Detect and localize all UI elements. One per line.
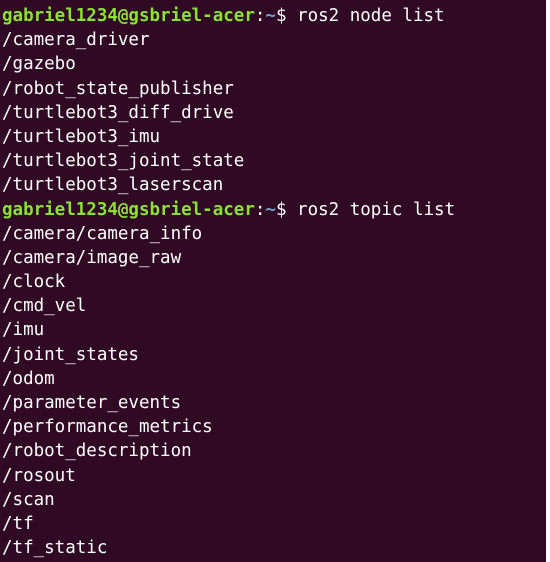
output-line-topic: /tf	[2, 513, 34, 534]
output-line-topic: /camera/camera_info	[2, 223, 203, 244]
output-line-topic: /odom	[2, 368, 55, 389]
output-line-node: /turtlebot3_diff_drive	[2, 102, 234, 123]
output-line-topic: /cmd_vel	[2, 296, 87, 317]
prompt-user-host: gabriel1234@gsbriel-acer	[2, 6, 255, 26]
output-line-node: /turtlebot3_joint_state	[2, 151, 245, 172]
output-line-node: /turtlebot3_imu	[2, 126, 161, 147]
output-line-node: /turtlebot3_laserscan	[2, 175, 224, 196]
prompt-line-node: gabriel1234@gsbriel-acer:~$ ros2 node li…	[2, 4, 546, 28]
prompt-separator: :	[254, 6, 266, 26]
output-line-topic: /robot_description	[2, 441, 192, 462]
prompt-symbol: $	[275, 6, 298, 26]
output-line-topic: /performance_metrics	[2, 417, 213, 438]
output-line-topic: /rosout	[2, 465, 76, 486]
prompt-line-topic: gabriel1234@gsbriel-acer:~$ ros2 topic l…	[2, 198, 546, 222]
output-line-topic: /parameter_events	[2, 393, 182, 413]
prompt-symbol: $	[275, 199, 298, 220]
output-line-topic: /imu	[2, 320, 45, 341]
command-topic-list: ros2 topic list	[297, 199, 456, 220]
output-line-topic: /camera/image_raw	[2, 247, 182, 268]
output-line-node: /robot_state_publisher	[2, 78, 234, 99]
output-line-node: /gazebo	[2, 54, 76, 75]
output-line-topic: /tf_static	[2, 538, 108, 559]
command-node-list: ros2 node list	[297, 6, 445, 26]
prompt-user-host: gabriel1234@gsbriel-acer	[2, 199, 255, 220]
output-line-topic: /joint_states	[2, 344, 139, 365]
output-line-topic: /scan	[2, 489, 55, 510]
output-line-node: /camera_driver	[2, 30, 150, 51]
terminal-window[interactable]: gabriel1234@gsbriel-acer:~$ ros2 node li…	[0, 0, 546, 562]
prompt-separator: :	[254, 199, 266, 220]
prompt-path: ~	[265, 199, 276, 220]
prompt-path: ~	[265, 6, 276, 26]
output-line-topic: /clock	[2, 272, 66, 293]
